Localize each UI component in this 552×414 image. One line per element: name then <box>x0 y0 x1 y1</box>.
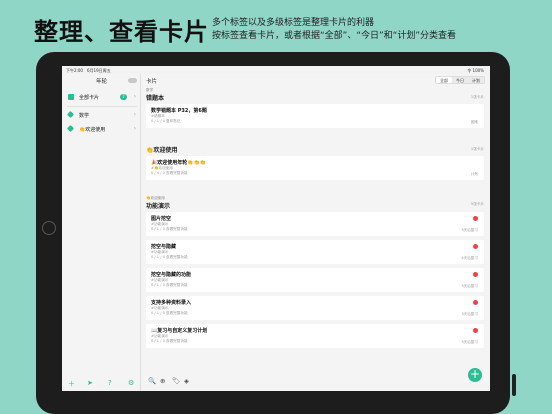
sidebar-item-welcome[interactable]: 👏欢迎使用 › <box>66 124 138 134</box>
section-count: 1张卡片 <box>470 95 484 99</box>
chevron-right-icon: › <box>133 111 136 118</box>
sidebar-item-all-cards[interactable]: 全部卡片 7 › <box>67 92 138 102</box>
chevron-right-icon: › <box>133 93 136 100</box>
card-meta: 0 / 1 / 0 查看完整功能 <box>151 339 188 343</box>
card[interactable]: 挖空与隐藏的功能 #功能演示 0 / 1 / 0 查看完整功能 3天后复习 <box>146 268 484 292</box>
card-title: 🎉欢迎使用年轮👏👏👏 <box>151 160 206 166</box>
due-dot <box>473 300 478 305</box>
sidebar-divider <box>67 106 137 107</box>
sidebar-item-label: 数学 <box>79 113 90 119</box>
send-icon[interactable]: ➤ <box>87 379 93 387</box>
card-title: 支持多种资料录入 <box>151 300 192 306</box>
card[interactable]: 支持多种资料录入 #功能演示 0 / 1 / 0 查看完整功能 3天后复习 <box>146 296 484 320</box>
count-badge: 7 <box>120 94 127 100</box>
sidebar-item-label: 👏欢迎使用 <box>79 127 106 133</box>
tools-icon[interactable]: ◈ <box>184 377 189 385</box>
main-toolbar: 🔍 ⊕ 🏷 ◈ <box>146 377 486 387</box>
section-count: 5张卡片 <box>470 202 484 206</box>
card-meta: 0 / 1 / 0 查看完整功能 <box>151 311 188 315</box>
due-dot <box>473 328 478 333</box>
tag-icon <box>66 124 75 133</box>
promo-subtitle: 多个标签以及多级标签是整理卡片的利器 按标签查看卡片，或者根据“全部”、“今日”… <box>212 17 456 43</box>
due-dot <box>473 244 478 249</box>
tag-icon[interactable]: 🏷 <box>172 377 180 385</box>
help-icon[interactable]: ? <box>108 379 112 387</box>
card-meta: 0 / 1 / 0 复印笔记 <box>151 119 181 123</box>
card-status: 4天后复习 <box>461 256 478 260</box>
card[interactable]: 图片挖空 #功能演示 0 / 1 / 0 查看完整功能 3天后复习 <box>146 212 484 236</box>
card-meta: 0 / 1 / 0 查看完整功能 <box>151 227 188 231</box>
section-title: 功能演示 <box>146 203 171 210</box>
card-title: 挖空与隐藏 <box>151 244 177 250</box>
card-status: 3天后复习 <box>461 284 478 288</box>
card-meta: 0 / 1 / 0 查看完整功能 <box>151 255 188 259</box>
promo-subtitle-line1: 多个标签以及多级标签是整理卡片的利器 <box>212 18 375 28</box>
card-status: 3天后复习 <box>461 312 478 316</box>
sidebar-toolbar: ＋ ➤ ? ⚙ <box>62 379 141 389</box>
search-icon[interactable]: 🔍 <box>148 377 156 385</box>
segment-plan[interactable]: 计划 <box>468 77 484 83</box>
add-icon[interactable]: ＋ <box>68 379 75 389</box>
card-title: 数学错题本 P32，第6题 <box>151 108 207 114</box>
add-card-button[interactable]: + <box>468 368 482 382</box>
main-pane: 卡片 全部 今日 计划 数学 错题本 1张卡片 数学错题本 P32，第6题 #错… <box>141 74 490 391</box>
card-status: 计划 <box>470 172 478 176</box>
card-title: 挖空与隐藏的功能 <box>151 272 192 278</box>
card[interactable]: 📖复习与自定义复习计划 #功能演示 0 / 1 / 0 查看完整功能 3天后复习 <box>146 324 484 348</box>
tag-icon <box>66 110 75 119</box>
chevron-right-icon: › <box>133 125 136 132</box>
sidebar-header: 年轮 <box>62 76 141 86</box>
segment-today[interactable]: 今日 <box>452 77 468 83</box>
status-bar: 下午2:00 6月19日周五 令 100% <box>62 66 490 74</box>
settings-icon[interactable]: ⚙ <box>128 379 134 387</box>
due-dot <box>473 272 478 277</box>
due-dot <box>473 216 478 221</box>
section-title: 👏欢迎使用 <box>146 147 178 154</box>
promo-subtitle-line2: 按标签查看卡片，或者根据“全部”、“今日”和“计划”分类查看 <box>212 31 456 41</box>
sidebar-item-math[interactable]: 数学 › <box>66 110 138 120</box>
section-count: 1张卡片 <box>470 147 484 151</box>
card-meta: 0 / 4 / 0 查看完整功能 <box>151 171 188 175</box>
filter-icon[interactable]: ⊕ <box>160 377 165 385</box>
section-title: 错题本 <box>146 95 165 102</box>
card-title: 图片挖空 <box>151 216 172 222</box>
sidebar-item-label: 全部卡片 <box>79 95 100 101</box>
card[interactable]: 挖空与隐藏 #功能演示 0 / 1 / 0 查看完整功能 4天后复习 <box>146 240 484 264</box>
promo-title: 整理、查看卡片 <box>34 18 209 46</box>
card-title: 📖复习与自定义复习计划 <box>151 328 208 334</box>
segment-all[interactable]: 全部 <box>436 77 452 83</box>
app-screen: 下午2:00 6月19日周五 令 100% 年轮 全部卡片 7 › 数学 › 👏… <box>62 66 490 391</box>
sidebar: 年轮 全部卡片 7 › 数学 › 👏欢迎使用 › ＋ ➤ ? ⚙ <box>62 74 141 391</box>
card[interactable]: 数学错题本 P32，第6题 #错题本 0 / 1 / 0 复印笔记 困难 <box>146 104 484 128</box>
card[interactable]: 🎉欢迎使用年轮👏👏👏 #👏欢迎使用 0 / 4 / 0 查看完整功能 计划 <box>146 156 484 180</box>
card-meta: 0 / 1 / 0 查看完整功能 <box>151 283 188 287</box>
cloud-icon[interactable] <box>128 78 137 83</box>
cards-icon <box>68 94 74 100</box>
card-status: 困难 <box>470 120 478 124</box>
page-title: 卡片 <box>146 79 158 85</box>
card-status: 3天后复习 <box>461 340 478 344</box>
home-button <box>42 221 56 235</box>
filter-segmented-control: 全部 今日 计划 <box>435 76 485 84</box>
side-key <box>512 374 516 396</box>
card-status: 3天后复习 <box>461 228 478 232</box>
